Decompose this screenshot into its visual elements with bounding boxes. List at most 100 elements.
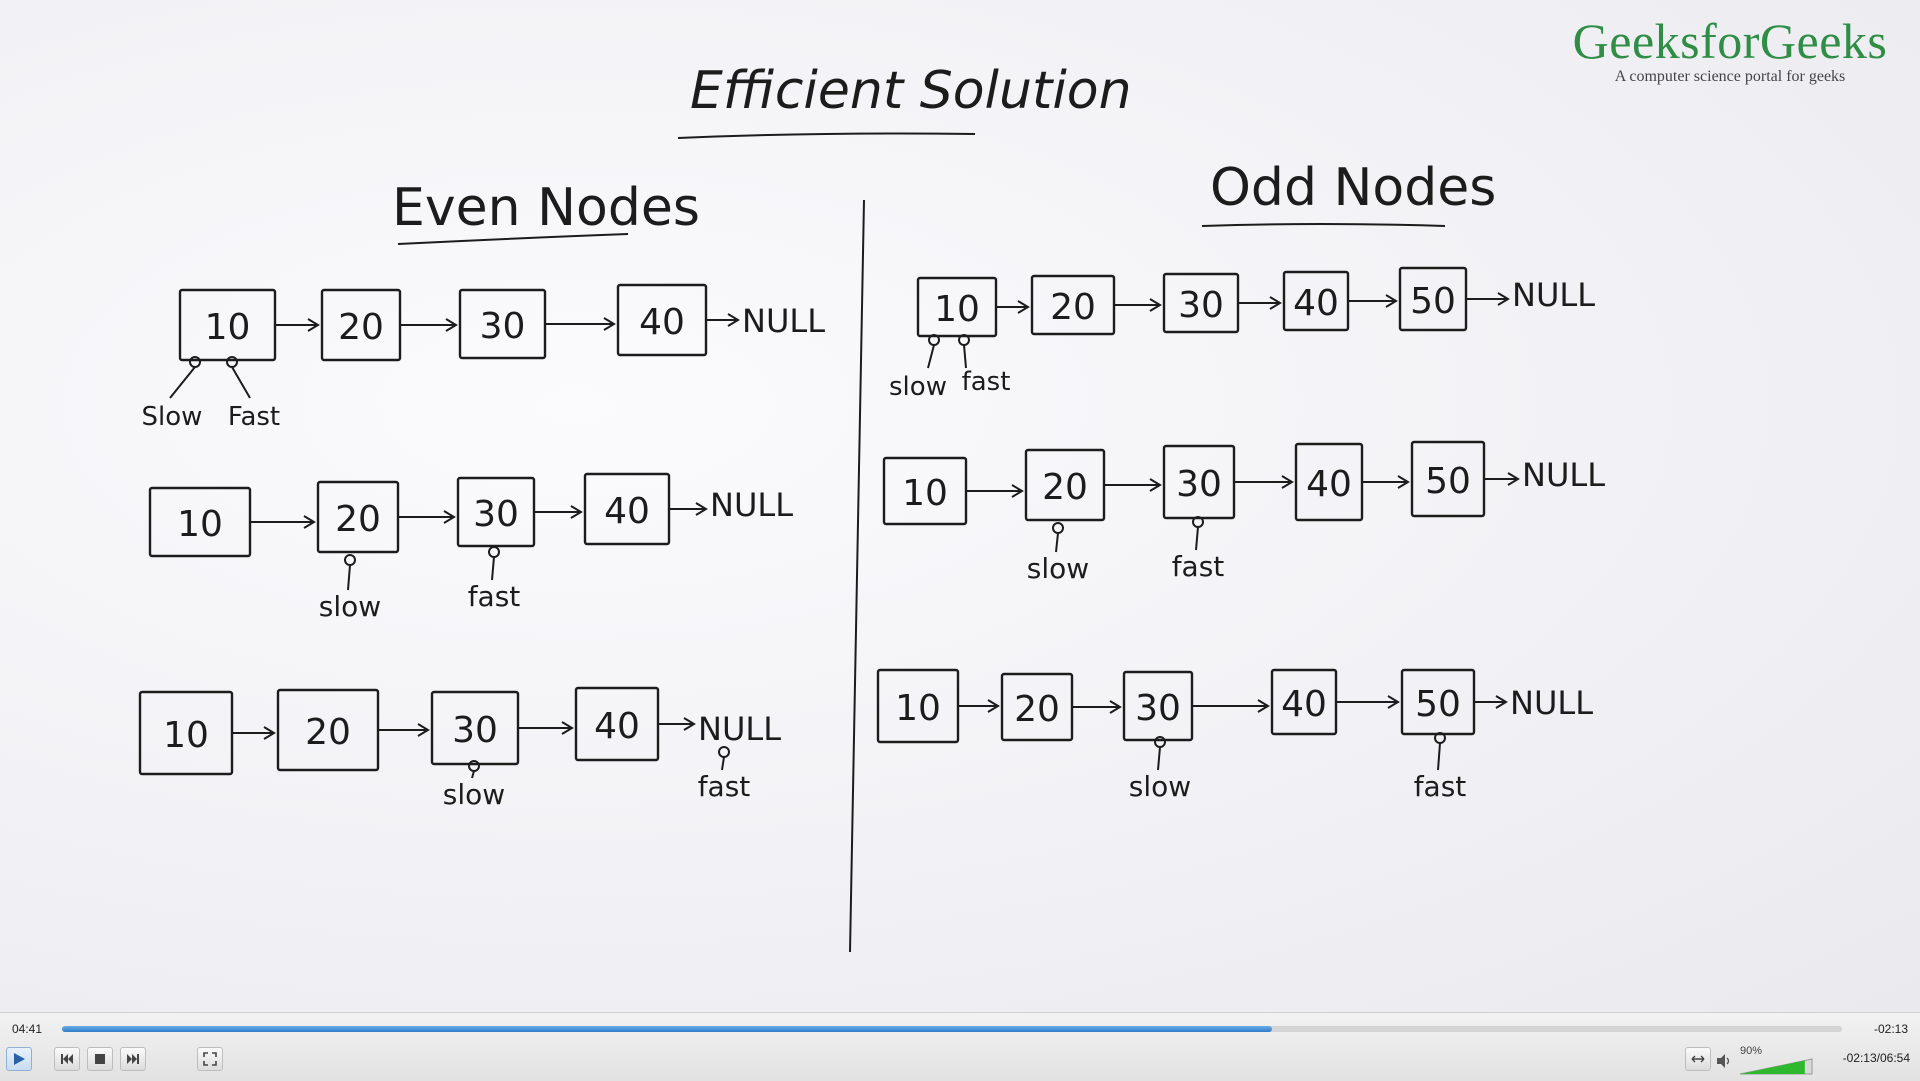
even-list-1-arrow — [275, 318, 320, 332]
even-nodes-heading: Even Nodes — [392, 178, 700, 238]
odd-list-2-arrow — [1362, 475, 1410, 489]
even-list-2-fast-pointer-head — [488, 546, 500, 558]
even-list-1-node-value: 30 — [480, 306, 526, 347]
even-list-1-node-value: 10 — [205, 307, 251, 348]
even-list-3-arrow — [378, 723, 430, 737]
odd-list-1-arrow — [996, 300, 1030, 314]
board-title: Efficient Solution — [690, 61, 1132, 121]
even-list-3-fast-pointer-line — [721, 756, 725, 771]
odd-list-3-arrow — [958, 699, 1000, 713]
odd-list-3-arrow — [1474, 695, 1508, 709]
odd-list-1-node-value: 50 — [1410, 281, 1456, 322]
odd-list-3-fast-label: fast — [1414, 770, 1467, 803]
odd-list-2-fast-label: fast — [1172, 550, 1225, 583]
even-list-2-slow-pointer-head — [344, 554, 356, 566]
odd-list-1-node-value: 40 — [1293, 283, 1339, 324]
odd-list-1-fast-pointer-line — [963, 344, 967, 369]
even-list-1-slow-pointer-line — [169, 366, 196, 399]
odd-list-1-node-value: 20 — [1050, 287, 1096, 328]
odd-list-3-arrow — [1072, 700, 1122, 714]
even-list-2-arrow — [398, 510, 456, 524]
even-list-2-null: NULL — [710, 486, 793, 524]
odd-list-2-arrow — [1104, 478, 1162, 492]
even-list-3-null: NULL — [698, 710, 781, 748]
time-remaining: -02:13 — [1873, 1022, 1908, 1036]
odd-nodes-heading: Odd Nodes — [1210, 158, 1496, 218]
even-list-3-node-value: 10 — [163, 715, 209, 756]
even-list-2-fast-label: fast — [468, 580, 521, 613]
stop-button[interactable] — [87, 1047, 113, 1071]
next-button[interactable] — [120, 1047, 146, 1071]
volume-percent: 90% — [1740, 1045, 1763, 1057]
odd-list-1-slow-pointer-line — [927, 344, 935, 369]
odd-list-1-fast-label: fast — [962, 367, 1011, 397]
even-list-3-slow-label: slow — [443, 778, 505, 811]
odd-list-1-null: NULL — [1512, 276, 1595, 314]
even-list-3-node-value: 40 — [594, 706, 640, 747]
odd-list-1-arrow — [1466, 292, 1510, 306]
odd-list-2-arrow — [966, 484, 1024, 498]
even-list-2-node-value: 20 — [335, 499, 381, 540]
odd-list-2-node-value: 10 — [902, 473, 948, 514]
odd-list-3-slow-pointer-head — [1154, 736, 1166, 748]
even-list-3-fast-label: fast — [698, 770, 751, 803]
even-list-3-slow-pointer-line — [471, 770, 475, 779]
seek-row: 04:41 -02:13 — [0, 1019, 1920, 1039]
stop-icon — [95, 1054, 105, 1064]
even-list-1-node-value: 40 — [639, 302, 685, 343]
even-list-1-null: NULL — [742, 302, 825, 340]
even-list-3-arrow — [518, 721, 574, 735]
odd-list-3-arrow — [1192, 699, 1270, 713]
title-underline — [677, 132, 976, 139]
logo-brand: GeeksforGeeks — [1572, 13, 1888, 69]
odd-list-1-arrow — [1114, 298, 1162, 312]
even-list-3-node-value: 20 — [305, 712, 351, 753]
even-list-3-slow-pointer-head — [468, 760, 480, 772]
control-buttons: 90% -02:13/06:54 — [0, 1043, 1920, 1079]
video-frame[interactable]: Efficient Solution Even Nodes Odd Nodes … — [0, 0, 1920, 1012]
even-list-3-arrow — [658, 717, 696, 731]
aspect-ratio-icon — [1691, 1055, 1705, 1063]
seek-bar[interactable] — [62, 1026, 1842, 1032]
odd-list-2-arrow — [1234, 475, 1294, 489]
odd-list-2-null: NULL — [1522, 456, 1605, 494]
previous-button[interactable] — [54, 1047, 80, 1071]
even-list-1-arrow — [400, 318, 458, 332]
whiteboard: Efficient Solution Even Nodes Odd Nodes … — [138, 61, 1605, 953]
seek-progress — [62, 1026, 1273, 1032]
odd-heading-underline — [1201, 223, 1446, 227]
speaker-icon[interactable] — [1716, 1053, 1732, 1069]
even-list-2-arrow — [250, 515, 316, 529]
even-list-1-arrow — [545, 317, 616, 331]
even-list-2-slow-label: slow — [319, 590, 381, 623]
even-list-1-fast-pointer-head — [226, 356, 238, 368]
even-list-2-arrow — [669, 502, 708, 516]
even-list-1-fast-label: Fast — [228, 402, 280, 432]
odd-list-3-node-value: 20 — [1014, 689, 1060, 730]
fullscreen-icon — [203, 1052, 217, 1066]
odd-list-3-node-value: 10 — [895, 688, 941, 729]
odd-list-2-node-value: 40 — [1306, 464, 1352, 505]
even-list-1-arrow — [706, 313, 740, 327]
even-list-2-node-value: 30 — [473, 494, 519, 535]
odd-list-2-node-value: 20 — [1042, 467, 1088, 508]
odd-list-2-slow-label: slow — [1027, 552, 1089, 585]
odd-list-2-slow-pointer-line — [1055, 532, 1059, 553]
even-list-2-arrow — [534, 505, 583, 519]
odd-list-3-slow-label: slow — [1129, 770, 1191, 803]
play-icon — [14, 1053, 25, 1065]
odd-list-1-node-value: 10 — [934, 289, 980, 330]
fullscreen-button[interactable] — [197, 1047, 223, 1071]
odd-list-3-fast-pointer-line — [1437, 742, 1441, 771]
odd-list-2-fast-pointer-line — [1195, 526, 1199, 551]
aspect-ratio-button[interactable] — [1685, 1047, 1711, 1071]
skip-next-icon — [127, 1054, 139, 1064]
odd-list-1-node-value: 30 — [1178, 285, 1224, 326]
volume-slider[interactable] — [1738, 1057, 1814, 1075]
even-list-1-fast-pointer-line — [231, 366, 251, 399]
odd-list-2-node-value: 30 — [1176, 464, 1222, 505]
play-button[interactable] — [6, 1047, 32, 1071]
player-controls: 04:41 -02:13 90% -02:13/06:54 — [0, 1012, 1920, 1081]
geeksforgeeks-logo: GeeksforGeeks A computer science portal … — [1560, 14, 1900, 86]
even-list-2-fast-pointer-line — [491, 556, 495, 581]
